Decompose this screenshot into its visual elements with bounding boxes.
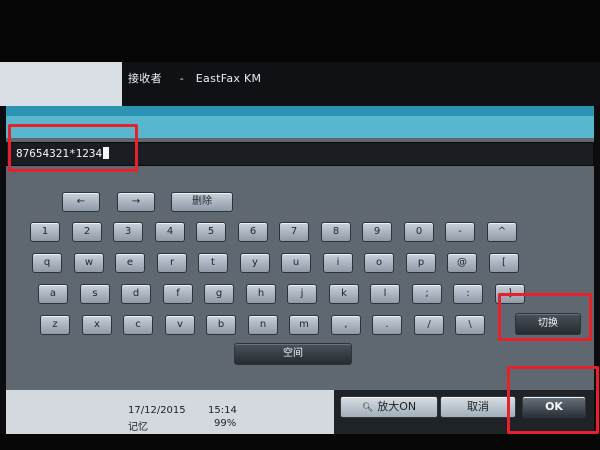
key-4-3[interactable]: v — [165, 315, 195, 335]
key-1-6[interactable]: 7 — [279, 222, 309, 242]
key-3-10[interactable]: : — [453, 284, 483, 304]
key-4-5[interactable]: n — [248, 315, 278, 335]
key-4-10[interactable]: \ — [455, 315, 485, 335]
top-bezel — [0, 0, 600, 62]
recipient-label: 接收者 — [128, 72, 162, 85]
zoom-button[interactable]: 🔍︎ 放大ON — [340, 396, 438, 418]
arrow-left-key[interactable]: ← — [62, 192, 100, 212]
panel-top-bar — [6, 106, 594, 116]
key-3-0[interactable]: a — [38, 284, 68, 304]
key-1-4[interactable]: 5 — [196, 222, 226, 242]
key-1-1[interactable]: 2 — [72, 222, 102, 242]
recipient-line: 接收者 - EastFax KM — [128, 70, 261, 86]
key-3-6[interactable]: j — [287, 284, 317, 304]
key-1-0[interactable]: 1 — [30, 222, 60, 242]
bottom-bezel — [0, 434, 600, 450]
date-text: 17/12/2015 — [128, 405, 186, 416]
key-2-10[interactable]: @ — [447, 253, 477, 273]
key-1-11[interactable]: ^ — [487, 222, 517, 242]
switch-highlight-box — [498, 293, 592, 341]
key-1-8[interactable]: 9 — [362, 222, 392, 242]
key-3-7[interactable]: k — [329, 284, 359, 304]
memory-label: 记忆 — [128, 422, 148, 433]
key-3-5[interactable]: h — [246, 284, 276, 304]
key-2-11[interactable]: [ — [489, 253, 519, 273]
header-left-panel — [0, 62, 122, 106]
ok-highlight-box — [507, 366, 599, 434]
key-4-2[interactable]: c — [123, 315, 153, 335]
key-3-9[interactable]: ; — [412, 284, 442, 304]
key-2-2[interactable]: e — [115, 253, 145, 273]
key-3-1[interactable]: s — [80, 284, 110, 304]
key-3-2[interactable]: d — [121, 284, 151, 304]
key-3-4[interactable]: g — [204, 284, 234, 304]
input-highlight-box — [8, 124, 138, 172]
key-2-4[interactable]: t — [198, 253, 228, 273]
key-2-7[interactable]: i — [323, 253, 353, 273]
key-4-0[interactable]: z — [40, 315, 70, 335]
key-1-7[interactable]: 8 — [321, 222, 351, 242]
key-2-0[interactable]: q — [32, 253, 62, 273]
key-3-8[interactable]: l — [370, 284, 400, 304]
key-1-2[interactable]: 3 — [113, 222, 143, 242]
key-1-9[interactable]: 0 — [404, 222, 434, 242]
key-2-3[interactable]: r — [157, 253, 187, 273]
key-2-6[interactable]: u — [281, 253, 311, 273]
key-4-1[interactable]: x — [82, 315, 112, 335]
key-4-4[interactable]: b — [206, 315, 236, 335]
arrow-right-key[interactable]: → — [117, 192, 155, 212]
key-2-9[interactable]: p — [406, 253, 436, 273]
recipient-dash: - — [179, 72, 184, 85]
recipient-value: EastFax KM — [195, 72, 262, 85]
memory-value: 99% — [214, 418, 237, 429]
key-4-6[interactable]: m — [289, 315, 319, 335]
fax-keyboard-screen: 接收者 - EastFax KM 87654321*1234 ← → 删除 12… — [0, 0, 600, 450]
delete-key[interactable]: 删除 — [171, 192, 233, 212]
key-1-3[interactable]: 4 — [155, 222, 185, 242]
key-4-8[interactable]: . — [372, 315, 402, 335]
key-2-5[interactable]: y — [240, 253, 270, 273]
zoom-icon: 🔍︎ — [361, 403, 374, 413]
key-3-3[interactable]: f — [163, 284, 193, 304]
key-2-1[interactable]: w — [74, 253, 104, 273]
key-1-10[interactable]: - — [445, 222, 475, 242]
key-2-8[interactable]: o — [364, 253, 394, 273]
time-text: 15:14 — [208, 405, 237, 416]
key-1-5[interactable]: 6 — [238, 222, 268, 242]
key-4-7[interactable]: , — [331, 315, 361, 335]
zoom-label: 放大ON — [377, 400, 417, 413]
key-4-9[interactable]: / — [414, 315, 444, 335]
space-key[interactable]: 空间 — [234, 343, 352, 365]
cancel-button[interactable]: 取消 — [440, 396, 516, 418]
